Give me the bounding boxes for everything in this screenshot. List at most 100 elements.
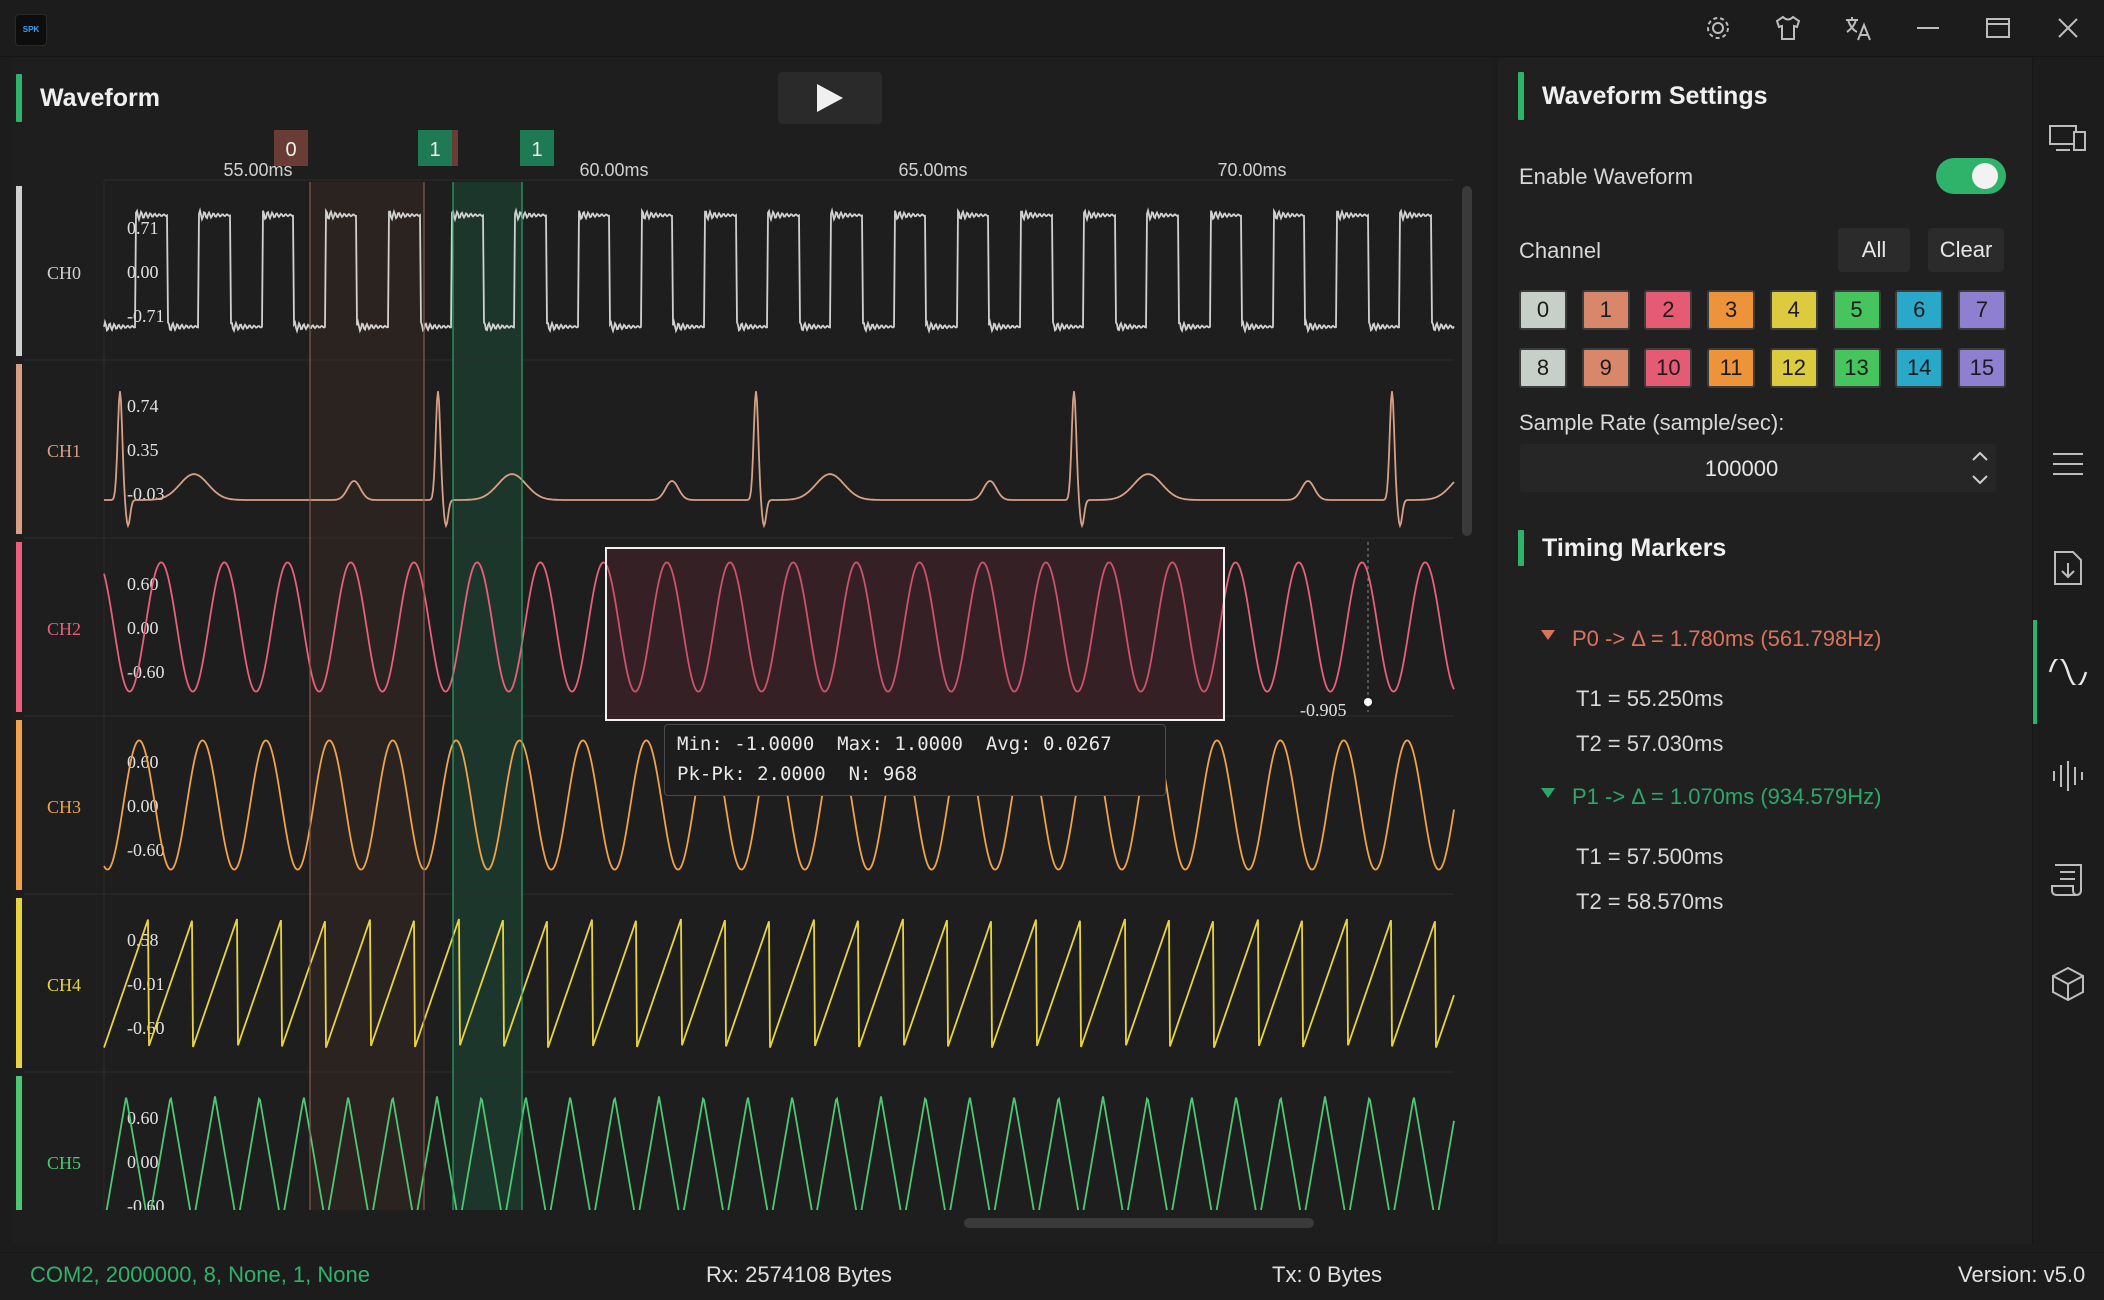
p1-t2: T2 = 58.570ms: [1576, 889, 1724, 914]
p0-t2: T2 = 57.030ms: [1576, 731, 1724, 756]
channel-button-6[interactable]: 6: [1895, 290, 1944, 330]
p0-t1: T1 = 55.250ms: [1576, 686, 1724, 711]
play-icon: [817, 84, 843, 112]
channel-waveform: [103, 207, 1455, 334]
channel-waveform: [103, 918, 1455, 1048]
channel-color-bar: [16, 1076, 22, 1210]
time-tick-label: 70.00ms: [1217, 160, 1286, 180]
stats-line-1: Min: -1.0000 Max: 1.0000 Avg: 0.0267: [677, 733, 1112, 755]
sample-rate-value: 100000: [1704, 456, 1779, 481]
settings-accent: [1518, 72, 1524, 120]
channel-tick-label: 0.00: [127, 618, 159, 638]
channel-label: CH5: [47, 1153, 81, 1173]
time-tick-label: 65.00ms: [898, 160, 967, 180]
channel-tick-label: 0.71: [127, 218, 159, 238]
maximize-icon[interactable]: [1976, 8, 2020, 48]
channel-tick-label: 0.35: [127, 440, 159, 460]
marker-p1-region: [453, 182, 522, 1210]
wave-icon[interactable]: [2046, 650, 2090, 694]
channel-button-2[interactable]: 2: [1644, 290, 1693, 330]
vertical-scrollbar[interactable]: [1462, 186, 1472, 536]
channel-label: CH1: [47, 441, 81, 461]
tx-counter: Tx: 0 Bytes: [1272, 1262, 1383, 1287]
enable-waveform-label: Enable Waveform: [1519, 164, 1694, 189]
p0-expand-icon[interactable]: [1540, 628, 1556, 647]
settings-title: Waveform Settings: [1542, 82, 1768, 110]
gear-icon[interactable]: [1696, 8, 1740, 48]
channel-button-7[interactable]: 7: [1957, 290, 2006, 330]
channel-button-3[interactable]: 3: [1707, 290, 1756, 330]
waveform-plot[interactable]: 55.00ms 60.00ms 65.00ms 70.00msCH00.710.00-…: [12, 130, 1492, 1210]
sample-rate-label: Sample Rate (sample/sec):: [1519, 410, 1785, 435]
horizontal-scrollbar[interactable]: [964, 1218, 1314, 1228]
p0-header[interactable]: P0 -> Δ = 1.780ms (561.798Hz): [1572, 626, 1881, 652]
channel-tick-label: 0.00: [127, 262, 159, 282]
close-icon[interactable]: [2046, 8, 2090, 48]
channel-color-bar: [16, 542, 22, 712]
devices-icon[interactable]: [2046, 116, 2090, 160]
channel-label: Channel: [1519, 238, 1601, 263]
marker-p0-region: [310, 182, 424, 1210]
app-logo: SPK: [15, 14, 47, 46]
time-tick-label: 60.00ms: [579, 160, 648, 180]
channel-button-15[interactable]: 15: [1957, 348, 2006, 388]
channel-color-bar: [16, 186, 22, 356]
markers-accent: [1518, 530, 1524, 566]
channel-label: CH0: [47, 263, 81, 283]
download-icon[interactable]: [2046, 546, 2090, 590]
clear-channels-button[interactable]: Clear: [1928, 228, 2004, 272]
translate-icon[interactable]: [1836, 8, 1880, 48]
bars-icon[interactable]: [2046, 754, 2090, 798]
stats-line-2: Pk-Pk: 2.0000 N: 968: [677, 763, 918, 785]
channel-button-12[interactable]: 12: [1769, 348, 1818, 388]
sample-rate-stepper[interactable]: [1968, 446, 1992, 490]
p1-t1: T1 = 57.500ms: [1576, 844, 1724, 869]
channel-label: CH4: [47, 975, 81, 995]
channel-color-bar: [16, 720, 22, 890]
p1-header[interactable]: P1 -> Δ = 1.070ms (934.579Hz): [1572, 784, 1881, 810]
channel-tick-label: 0.00: [127, 1152, 159, 1172]
channel-button-5[interactable]: 5: [1832, 290, 1881, 330]
channel-button-13[interactable]: 13: [1832, 348, 1881, 388]
channel-button-10[interactable]: 10: [1644, 348, 1693, 388]
rx-counter: Rx: 2574108 Bytes: [706, 1262, 892, 1287]
marker-flag-label: 1: [531, 139, 542, 161]
channel-tick-label: -0.60: [127, 840, 165, 860]
selection-rect: [605, 547, 1225, 721]
channel-label: CH2: [47, 619, 81, 639]
channel-color-bar: [16, 898, 22, 1068]
timing-markers-title: Timing Markers: [1542, 534, 1727, 562]
minimize-icon[interactable]: [1906, 8, 1950, 48]
package-icon[interactable]: [2046, 962, 2090, 1006]
port-status: COM2, 2000000, 8, None, 1, None: [30, 1262, 370, 1287]
channel-button-8[interactable]: 8: [1519, 348, 1567, 388]
channel-button-9[interactable]: 9: [1581, 348, 1630, 388]
all-channels-button[interactable]: All: [1838, 228, 1910, 272]
channel-tick-label: 0.74: [127, 396, 159, 416]
channel-tick-label: -0.71: [127, 306, 165, 326]
channel-button-0[interactable]: 0: [1519, 290, 1567, 330]
channel-waveform: [105, 1096, 1455, 1210]
channel-button-4[interactable]: 4: [1769, 290, 1818, 330]
shirt-icon[interactable]: [1766, 8, 1810, 48]
section-accent: [16, 74, 22, 122]
channel-button-1[interactable]: 1: [1581, 290, 1630, 330]
channel-button-11[interactable]: 11: [1707, 348, 1756, 388]
waveform-title: Waveform: [40, 84, 160, 112]
channel-waveform: [104, 391, 1455, 529]
marker-flag-overlap: [452, 130, 458, 166]
toggle-knob: [1972, 163, 1998, 189]
log-icon[interactable]: [2046, 858, 2090, 902]
marker-flag-label: 1: [429, 139, 440, 161]
p1-expand-icon[interactable]: [1540, 786, 1556, 805]
channel-label: CH3: [47, 797, 81, 817]
rail-active-indicator: [2033, 620, 2037, 724]
version-label: Version: v5.0: [1958, 1262, 2086, 1287]
channel-button-14[interactable]: 14: [1895, 348, 1944, 388]
cursor-readout: -0.905: [1300, 700, 1347, 720]
play-button[interactable]: [778, 72, 882, 124]
channel-color-bar: [16, 364, 22, 534]
menu-icon[interactable]: [2046, 442, 2090, 486]
selection-stats-tooltip: Min: -1.0000 Max: 1.0000 Avg: 0.0267 Pk-…: [664, 724, 1166, 796]
channel-tick-label: -0.60: [127, 662, 165, 682]
